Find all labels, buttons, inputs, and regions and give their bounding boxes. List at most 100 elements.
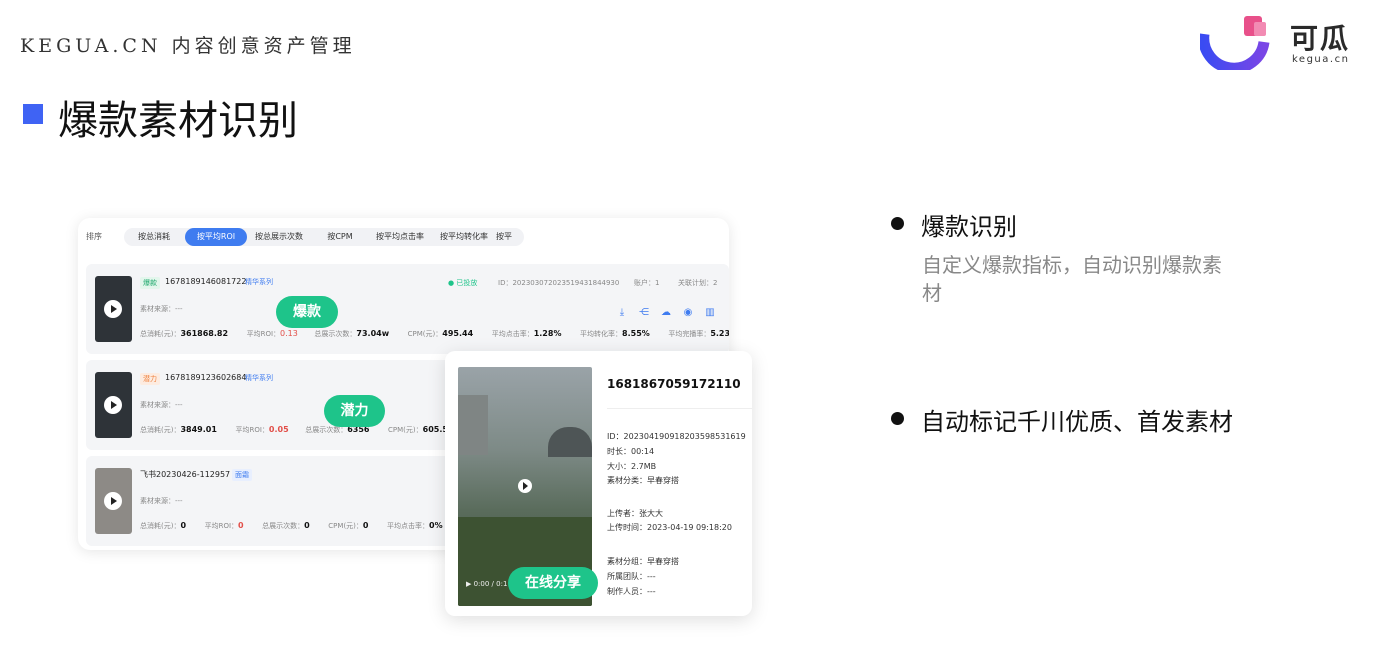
cloud-upload-icon[interactable]: ☁ <box>659 306 673 320</box>
asset-title: 飞书20230426-112957 <box>140 470 231 479</box>
cpm-label: CPM(元)： <box>328 522 363 530</box>
sort-label: 排序 <box>86 232 102 241</box>
cpm-label: CPM(元)： <box>388 426 423 434</box>
impr-label: 总展示次数： <box>305 426 348 434</box>
asset-thumbnail[interactable] <box>95 276 132 342</box>
tab-total-impressions[interactable]: 按总展示次数 <box>248 228 310 246</box>
roi-value: 0 <box>238 521 244 530</box>
divider <box>607 408 752 409</box>
asset-detail-card: ▶ 0:00 / 0:1 1681867059172110 ID：2023041… <box>445 351 752 616</box>
spend-label: 总消耗(元)： <box>140 330 181 338</box>
sort-bar: 排序 按总消耗 按平均ROI 按总展示次数 按CPM 按平均点击率 按平均转化率… <box>78 218 729 254</box>
meta-group: 素材分组：早春穿搭 <box>607 557 679 566</box>
series-tag[interactable]: 精华系列 <box>245 373 273 383</box>
status-text: ● 已投放 <box>448 279 478 287</box>
roi-label: 平均ROI： <box>204 522 239 530</box>
tab-avg-cvr[interactable]: 按平均转化率 <box>433 228 495 246</box>
cpm-value: 495.44 <box>442 329 474 338</box>
asset-id: 1678189123602684 <box>165 373 247 382</box>
cpm-value: 0 <box>362 521 369 530</box>
tab-avg-ctr[interactable]: 按平均点击率 <box>369 228 431 246</box>
completion-label: 平均完播率： <box>668 330 711 338</box>
play-icon[interactable] <box>104 300 122 318</box>
hot-pill: 爆款 <box>276 296 338 328</box>
meta-id: ID：20230419091820359853161​9 <box>607 432 746 441</box>
video-time: ▶ 0:00 / 0:1 <box>466 580 508 588</box>
roi-value: 0.05 <box>268 425 289 434</box>
share-icon[interactable]: ⋲ <box>637 306 651 320</box>
tab-cpm[interactable]: 按CPM <box>312 228 368 246</box>
tab-total-spend[interactable]: 按总消耗 <box>124 228 184 246</box>
card-asset-id: 1681867059172110 <box>607 377 741 391</box>
play-icon[interactable] <box>104 492 122 510</box>
page-title: 爆款素材识别 <box>58 98 298 144</box>
brand-text: KEGUA.CN 内容创意资产管理 <box>20 35 356 57</box>
spend-label: 总消耗(元)： <box>140 522 181 530</box>
cpm-label: CPM(元)： <box>407 330 443 338</box>
user-icon[interactable]: ◉ <box>681 306 695 320</box>
meta-team: 所属团队：--- <box>607 572 656 581</box>
metrics-line: 总消耗(元)：3849.01 平均ROI：0.05 总展示次数：6356 CPM… <box>140 425 454 435</box>
completion-value: 5.23% <box>710 329 729 338</box>
row-id: ID：20230307202351943184493​0 <box>498 279 620 287</box>
series-tag[interactable]: 精华系列 <box>245 277 273 287</box>
status-badge: 爆款 <box>140 277 160 289</box>
tab-avg-roi[interactable]: 按平均ROI <box>185 228 247 246</box>
download-icon[interactable]: ⤓ <box>615 306 629 320</box>
bullet-dot <box>891 217 904 230</box>
ctr-value: 0% <box>429 521 443 530</box>
status-badge: 潜力 <box>140 373 160 385</box>
bullet-desc: 自定义爆款指标，自动识别爆款素材 <box>922 253 1222 305</box>
source-label: 素材来源： <box>140 497 175 505</box>
ctr-value: 1.28% <box>533 329 562 338</box>
metrics-line: 总消耗(元)：0 平均ROI：0 总展示次数：0 CPM(元)：0 平均点击率：… <box>140 521 443 531</box>
sort-tabs: 按总消耗 按平均ROI 按总展示次数 按CPM 按平均点击率 按平均转化率 按平 <box>124 228 524 246</box>
asset-thumbnail[interactable] <box>95 372 132 438</box>
kegua-logo-icon <box>1200 16 1270 70</box>
share-pill[interactable]: 在线分享 <box>508 567 598 599</box>
impr-label: 总展示次数： <box>262 522 305 530</box>
asset-row[interactable]: 爆款 1678189146081722 精华系列 ● 已投放 ID：202303… <box>86 264 729 354</box>
asset-id: 1678189146081722 <box>165 277 247 286</box>
meta-size: 大小：2.7MB <box>607 462 657 471</box>
asset-thumbnail[interactable] <box>95 468 132 534</box>
bullet-title: 爆款识别 <box>921 213 1017 241</box>
source-label: 素材来源： <box>140 401 175 409</box>
meta-uploader: 上传者：张大大 <box>607 509 663 518</box>
bullet-title: 自动标记千川优质、首发素材 <box>921 408 1233 436</box>
spend-label: 总消耗(元)： <box>140 426 181 434</box>
meta-category: 素材分类：早春穿搭 <box>607 476 679 485</box>
roi-label: 平均ROI： <box>235 426 269 434</box>
ctr-label: 平均点击率： <box>491 330 534 338</box>
video-stadium <box>548 427 592 457</box>
account-count: 账户：1 <box>634 279 660 287</box>
logo-subtext: kegua.cn <box>1292 54 1350 65</box>
source-label: 素材来源： <box>140 305 175 313</box>
stats-icon[interactable]: ▥ <box>703 306 717 320</box>
roi-value: 0.13 <box>280 329 298 338</box>
action-icons: ⤓ ⋲ ☁ ◉ ▥ <box>607 300 717 320</box>
tab-more[interactable]: 按平 <box>496 228 524 246</box>
cvr-value: 8.55% <box>622 329 650 338</box>
linked-plans: 关联计划：2 <box>678 279 718 287</box>
play-icon[interactable] <box>518 479 532 493</box>
spend-value: 3849.01 <box>180 425 217 434</box>
meta-producer: 制作人员：--- <box>607 587 656 596</box>
meta-duration: 时长：00:14 <box>607 447 655 456</box>
logo-text: 可瓜 <box>1290 22 1351 55</box>
source-value: --- <box>175 401 183 409</box>
roi-label: 平均ROI： <box>246 330 281 338</box>
spend-value: 0 <box>180 521 187 530</box>
series-tag[interactable]: 面霜 <box>232 469 252 481</box>
play-icon[interactable] <box>104 396 122 414</box>
impr-value: 73.04w <box>356 329 390 338</box>
ctr-label: 平均点击率： <box>387 522 430 530</box>
video-building <box>458 395 488 455</box>
cvr-label: 平均转化率： <box>580 330 623 338</box>
source-value: --- <box>175 305 183 313</box>
potential-pill: 潜力 <box>324 395 385 427</box>
meta-upload-time: 上传时间：2023-04-19 09:18:20 <box>607 523 732 532</box>
title-marker <box>23 104 43 124</box>
spend-value: 361868.82 <box>180 329 229 338</box>
impr-value: 0 <box>304 521 310 530</box>
